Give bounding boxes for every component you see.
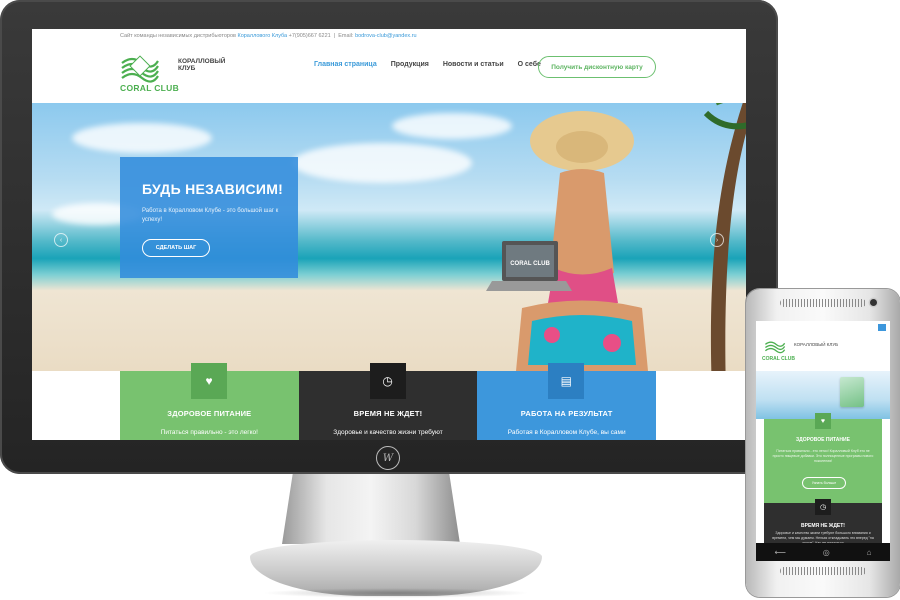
recent-apps-icon[interactable]: ⌂: [867, 548, 872, 557]
woman-with-laptop-image: CORAL CLUB: [486, 111, 648, 371]
monitor-brand-logo-icon: W: [376, 446, 400, 470]
features-row: ♥ ЗДОРОВОЕ ПИТАНИЕ Питаться правильно - …: [120, 363, 657, 440]
slider-prev-arrow-icon[interactable]: ‹: [54, 233, 68, 247]
desktop-screen: Сайт команды независимых дистрибьюторов …: [32, 29, 746, 440]
speaker-grille-top: [780, 299, 866, 307]
monitor-stand-neck: [282, 474, 460, 544]
logo-name[interactable]: CORAL CLUB: [120, 83, 179, 93]
hero-callout: БУДЬ НЕЗАВИСИМ! Работа в Коралловом Клуб…: [120, 157, 298, 278]
cloud-shape: [292, 143, 472, 183]
nav-item-news[interactable]: Новости и статьи: [443, 61, 504, 68]
topbar-company-link[interactable]: Кораллового Клуба: [237, 33, 287, 39]
feature-results[interactable]: ▤ РАБОТА НА РЕЗУЛЬТАТ Работая в Кораллов…: [477, 363, 657, 440]
mobile-screen: CORAL CLUB КОРАЛЛОВЫЙ КЛУБ ♥ ЗДОРОВОЕ ПИ…: [756, 321, 890, 543]
topbar-email-label: Email:: [338, 33, 356, 39]
mobile-feature-healthy-eating: ♥ ЗДОРОВОЕ ПИТАНИЕ Питаться правильно - …: [764, 413, 882, 503]
feature-title: РАБОТА НА РЕЗУЛЬТАТ: [520, 409, 613, 418]
learn-more-button[interactable]: Узнать больше: [802, 477, 846, 489]
feature-title: ВРЕМЯ НЕ ЖДЕТ!: [353, 409, 423, 418]
feature-text: Работая в Коралловом Клубе, вы сами: [507, 429, 626, 436]
product-package-image: [840, 377, 864, 407]
logo-subtitle: КОРАЛЛОВЫЙ КЛУБ: [178, 58, 225, 72]
logo-sub-line2: КЛУБ: [178, 65, 196, 72]
speaker-grille-bottom: [780, 567, 866, 575]
heart-icon: ♥: [815, 413, 831, 429]
mobile-logo-sub: КОРАЛЛОВЫЙ КЛУБ: [794, 342, 839, 347]
hamburger-menu-icon[interactable]: [878, 324, 886, 331]
feature-time[interactable]: ◷ ВРЕМЯ НЕ ЖДЕТ! Здоровье и качество жиз…: [298, 363, 478, 440]
hero-title: БУДЬ НЕЗАВИСИМ!: [142, 181, 284, 197]
feature-healthy-eating[interactable]: ♥ ЗДОРОВОЕ ПИТАНИЕ Питаться правильно - …: [120, 363, 299, 440]
heart-icon: ♥: [191, 363, 227, 399]
clock-icon: ◷: [369, 363, 406, 399]
nav-item-home[interactable]: Главная страница: [314, 61, 377, 68]
phone-frame: CORAL CLUB КОРАЛЛОВЫЙ КЛУБ ♥ ЗДОРОВОЕ ПИ…: [746, 289, 900, 597]
monitor-frame: Сайт команды независимых дистрибьюторов …: [0, 0, 778, 474]
make-step-button[interactable]: СДЕЛАТЬ ШАГ: [142, 239, 210, 257]
back-icon[interactable]: ⟵: [774, 548, 785, 557]
mobile-hero-image: [756, 371, 890, 419]
clipboard-icon: ▤: [548, 363, 585, 399]
mobile-feature-text: Здоровье и качество жизни требуют большо…: [772, 531, 874, 543]
topbar-email-link[interactable]: bodrova-club@yandex.ru: [355, 33, 417, 39]
cloud-shape: [72, 123, 212, 153]
logo-sub-line1: КОРАЛЛОВЫЙ: [178, 58, 226, 65]
front-camera-icon: [870, 299, 877, 306]
mobile-feature-time: ◷ ВРЕМЯ НЕ ЖДЕТ! Здоровье и качество жиз…: [764, 499, 882, 543]
feature-title: ЗДОРОВОЕ ПИТАНИЕ: [167, 409, 252, 418]
clock-icon: ◷: [815, 499, 831, 515]
coral-club-logo-icon[interactable]: [120, 53, 160, 83]
nav-item-products[interactable]: Продукция: [391, 61, 429, 68]
feature-text: Питаться правильно - это легко!: [160, 429, 258, 436]
mobile-logo-icon[interactable]: [764, 339, 786, 355]
mobile-logo-name: CORAL CLUB: [762, 356, 795, 362]
palm-tree-image: [703, 103, 746, 371]
stand-shadow: [262, 588, 530, 598]
mobile-feature-title: ВРЕМЯ НЕ ЖДЕТ!: [801, 523, 845, 529]
slider-next-arrow-icon[interactable]: ›: [710, 233, 724, 247]
feature-text: Здоровье и качество жизни требуют: [333, 429, 443, 436]
laptop-logo-text: CORAL CLUB: [510, 261, 550, 267]
topbar-phone: +7(905)667 6221: [287, 33, 331, 39]
hero-text: Работа в Коралловом Клубе - это большой …: [142, 208, 279, 223]
phone-nav-bar: ⟵ ◎ ⌂: [756, 543, 890, 561]
mobile-feature-text: Питаться правильно - это легко! Кораллов…: [772, 449, 874, 463]
mobile-feature-title: ЗДОРОВОЕ ПИТАНИЕ: [796, 437, 850, 443]
site-header: CORAL CLUB КОРАЛЛОВЫЙ КЛУБ Главная стран…: [32, 43, 746, 103]
main-nav: Главная страница Продукция Новости и ста…: [314, 61, 541, 68]
hero-banner: CORAL CLUB БУДЬ НЕЗАВИСИМ! Работа в Кора…: [32, 103, 746, 371]
topbar-text: Сайт команды независимых дистрибьюторов: [120, 33, 238, 39]
discount-card-button[interactable]: Получить дисконтную карту: [538, 56, 656, 78]
home-icon[interactable]: ◎: [823, 548, 830, 557]
topbar: Сайт команды независимых дистрибьюторов …: [120, 33, 417, 39]
